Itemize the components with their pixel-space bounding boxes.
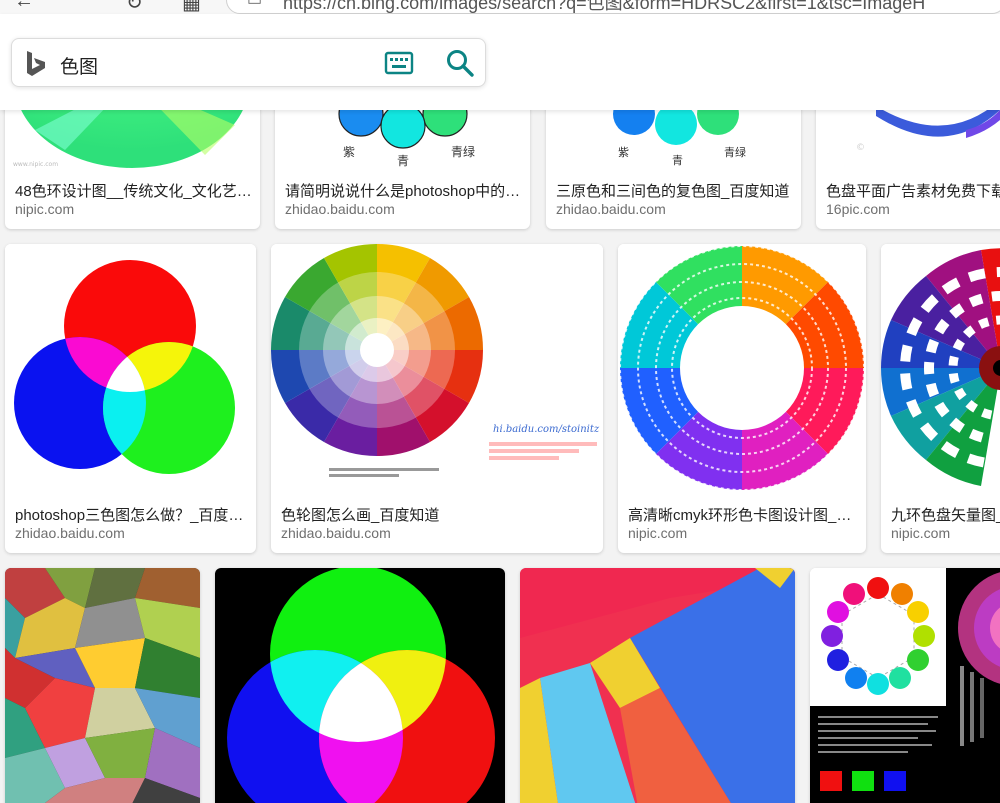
svg-text:www.nipic.com: www.nipic.com — [13, 161, 58, 168]
result-thumbnail[interactable] — [810, 568, 1000, 803]
result-card[interactable] — [810, 568, 1000, 803]
thumbnail-watermark: hi.baidu.com/stoinitz — [493, 424, 600, 435]
result-source[interactable]: zhidao.baidu.com — [281, 525, 391, 541]
result-thumbnail[interactable] — [5, 244, 256, 492]
result-title[interactable]: 九环色盘矢量图_ — [891, 504, 1000, 525]
svg-text:青: 青 — [672, 154, 683, 167]
svg-text:紫: 紫 — [343, 145, 355, 159]
keyboard-icon[interactable] — [384, 50, 414, 76]
search-icon[interactable] — [445, 48, 475, 78]
search-box[interactable]: 色图 — [11, 38, 486, 87]
address-bar[interactable]: ▭ https://cn.bing.com/images/search?q=色图… — [226, 0, 1000, 14]
bing-image-search-page: ← ↻ ▦ ▭ https://cn.bing.com/images/searc… — [0, 0, 1000, 803]
search-input[interactable]: 色图 — [60, 52, 98, 79]
refresh-icon[interactable]: ↻ — [126, 0, 143, 14]
result-title[interactable]: 三原色和三间色的复色图_百度知道 — [556, 180, 793, 201]
result-thumbnail[interactable]: hi.baidu.com/stoinitz — [271, 244, 603, 492]
search-header: 色图 — [0, 14, 1000, 110]
svg-text:青绿: 青绿 — [451, 144, 475, 159]
result-title[interactable]: 48色环设计图__传统文化_文化艺… — [15, 180, 252, 201]
result-thumbnail[interactable] — [881, 244, 1000, 492]
result-card[interactable] — [5, 568, 200, 803]
result-source[interactable]: zhidao.baidu.com — [285, 201, 395, 217]
result-source[interactable]: zhidao.baidu.com — [556, 201, 666, 217]
result-card[interactable]: hi.baidu.com/stoinitz 色轮图怎么画_百度知道 zhidao… — [271, 244, 603, 553]
result-title[interactable]: 色轮图怎么画_百度知道 — [281, 504, 595, 525]
result-title[interactable]: 请简明说说什么是photoshop中的… — [285, 180, 522, 201]
result-title[interactable]: photoshop三色图怎么做？_百度… — [15, 504, 248, 525]
svg-text:©: © — [856, 143, 865, 153]
result-thumbnail[interactable] — [618, 244, 866, 492]
svg-text:青: 青 — [397, 154, 409, 168]
result-thumbnail[interactable] — [5, 568, 200, 803]
bing-logo-icon[interactable] — [25, 50, 47, 77]
result-source[interactable]: zhidao.baidu.com — [15, 525, 125, 541]
svg-text:紫: 紫 — [618, 146, 629, 159]
result-title[interactable]: 高清晰cmyk环形色卡图设计图__… — [628, 504, 858, 525]
result-card[interactable]: 九环色盘矢量图_ nipic.com — [881, 244, 1000, 553]
result-title[interactable]: 色盘平面广告素材免费下载 — [826, 180, 1000, 201]
svg-text:青绿: 青绿 — [724, 145, 746, 159]
back-icon[interactable]: ← — [14, 0, 34, 13]
result-source[interactable]: nipic.com — [15, 201, 74, 217]
result-source[interactable]: 16pic.com — [826, 201, 890, 217]
result-card[interactable] — [520, 568, 795, 803]
result-card[interactable]: 高清晰cmyk环形色卡图设计图__… nipic.com — [618, 244, 866, 553]
result-thumbnail[interactable] — [520, 568, 795, 803]
result-source[interactable]: nipic.com — [628, 525, 687, 541]
tabs-icon[interactable]: ▦ — [182, 0, 201, 14]
url-text: https://cn.bing.com/images/search?q=色图&f… — [283, 0, 926, 13]
result-source[interactable]: nipic.com — [891, 525, 950, 541]
result-card[interactable] — [215, 568, 505, 803]
browser-toolbar: ← ↻ ▦ ▭ https://cn.bing.com/images/searc… — [0, 0, 1000, 14]
result-card[interactable]: photoshop三色图怎么做？_百度… zhidao.baidu.com — [5, 244, 256, 553]
page-icon: ▭ — [247, 0, 263, 9]
result-thumbnail[interactable] — [215, 568, 505, 803]
